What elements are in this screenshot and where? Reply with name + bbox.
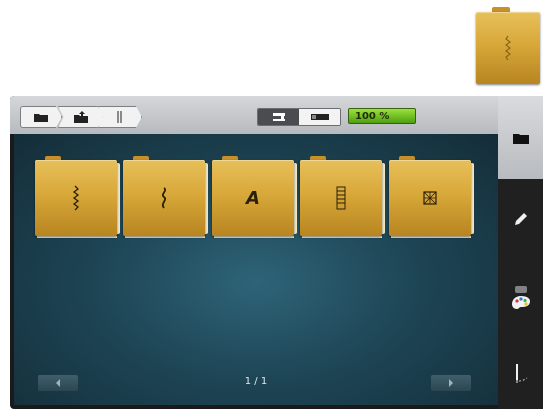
view-toggle[interactable] [257,108,341,126]
sidebar-item-edit[interactable] [498,179,543,259]
sidebar-item-files[interactable] [498,96,543,179]
serpentine-icon [161,187,167,209]
chevron-left-icon [56,379,60,387]
stitch-folder-preview [476,7,540,84]
sidebar-item-colors[interactable] [498,259,543,339]
chevron-right-icon [449,379,453,387]
stitch-line-icon [117,111,122,123]
breadcrumb-home[interactable] [20,106,62,128]
sewing-machine-icon [272,113,285,121]
zoom-level[interactable]: 100 % [348,108,416,124]
quilt-square-icon [423,191,437,205]
letter-a-icon: A [246,187,260,209]
sidebar-item-needle[interactable] [498,339,543,409]
breadcrumb-parent[interactable] [58,106,104,128]
buttonhole-icon [336,186,346,210]
folder-icon [512,133,529,144]
folder-icon [34,114,48,122]
toggle-right[interactable] [299,109,340,125]
folder-alphabets[interactable]: A [212,156,297,238]
folder-decorative-stitches[interactable] [123,156,208,238]
breadcrumb-current[interactable] [98,106,142,128]
sidebar [498,96,543,409]
zigzag-icon [72,185,80,211]
folder-quilt-stitches[interactable] [389,156,474,238]
progress-bar-icon [310,114,329,120]
pencil-icon [514,213,527,225]
needle-thread-icon [515,364,527,383]
folder-upload-icon [74,111,88,123]
palette-icon [511,286,530,309]
prev-page-button[interactable] [38,375,78,391]
next-page-button[interactable] [431,375,471,391]
page-indicator: 1 / 1 [244,376,268,387]
folder-straight-stitches[interactable] [35,156,120,238]
toggle-left[interactable] [258,109,299,125]
folder-buttonholes[interactable] [300,156,385,238]
stitch-preview-icon [505,35,511,61]
